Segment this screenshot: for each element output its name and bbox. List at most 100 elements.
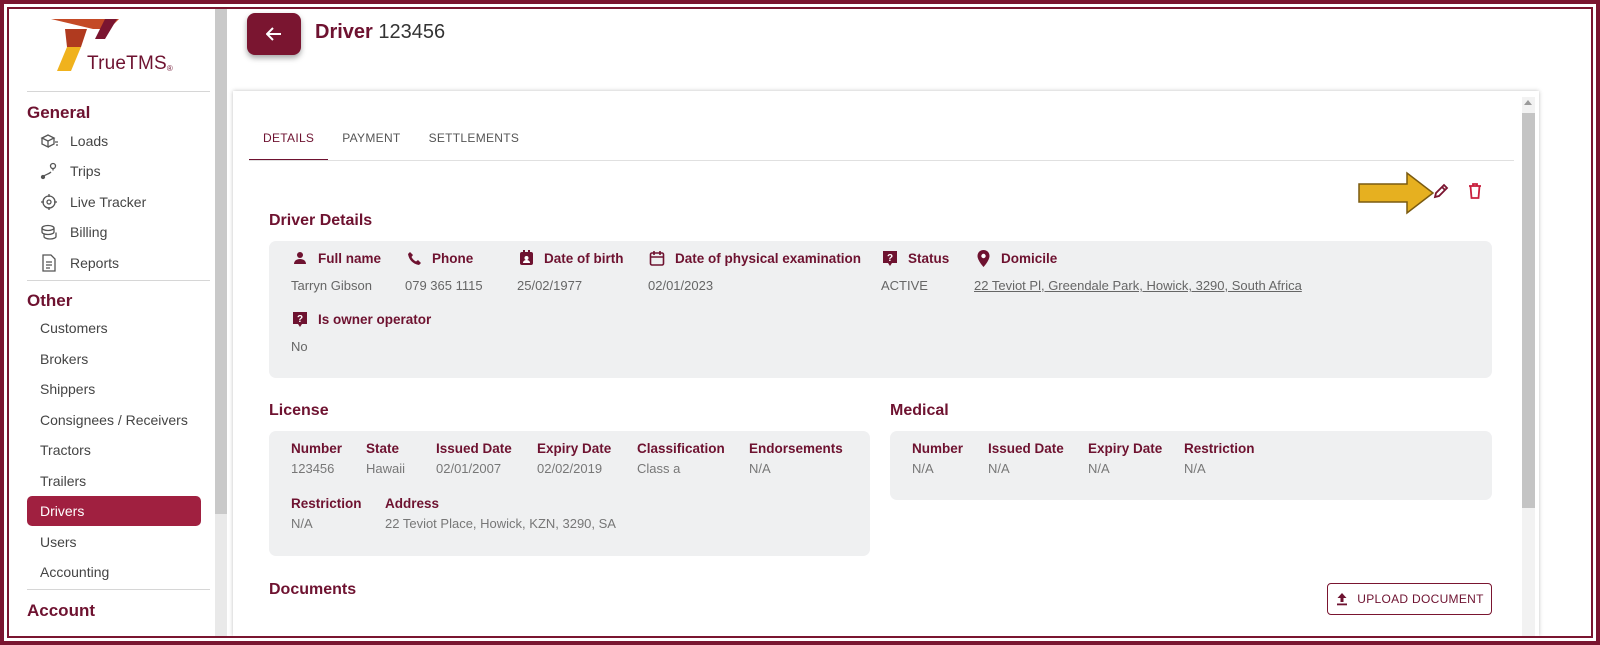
boxes-icon [39,131,59,151]
license-issued-date: Issued Date 02/01/2007 [436,441,512,476]
location-pin-icon [974,249,992,267]
license-expiry-date: Expiry Date 02/02/2019 [537,441,612,476]
sidebar-item-label: Customers [40,320,108,336]
field-date-of-birth: Date of birth 25/02/1977 [517,249,624,293]
section-title-medical: Medical [890,402,949,419]
sidebar-item-trailers[interactable]: Trailers [27,466,201,496]
sidebar-item-label: Trips [70,163,101,179]
sidebar: TrueTMS® General Loads Trips Live Tracke… [9,9,227,636]
svg-text:?: ? [887,253,893,264]
sidebar-item-label: Tractors [40,442,91,458]
license-number: Number 123456 [291,441,343,476]
arrow-left-icon [266,27,281,41]
tab-details[interactable]: DETAILS [249,121,329,161]
sidebar-item-label: Trailers [40,473,87,489]
sidebar-item-consignees[interactable]: Consignees / Receivers [27,405,201,435]
upload-icon [1337,593,1348,606]
status-value: ACTIVE [881,278,928,293]
medical-number: Number N/A [912,441,964,476]
sidebar-item-shippers[interactable]: Shippers [27,374,201,404]
back-button[interactable] [247,13,301,55]
sidebar-item-label: Shippers [40,381,96,397]
medical-restriction: Restriction N/A [1184,441,1255,476]
calendar-person-icon [517,249,535,267]
sidebar-item-accounting[interactable]: Accounting [27,557,201,587]
field-physical-exam: Date of physical examination 02/01/2023 [648,249,862,294]
page-title: Driver 123456 [315,21,446,43]
sidebar-item-reports[interactable]: Reports [27,248,201,278]
owner-operator-value: No [291,339,308,354]
question-badge-icon: ? [881,249,899,267]
license-endorsements: Endorsements N/A [749,441,843,476]
sidebar-item-label: Billing [70,224,108,240]
sidebar-item-label: Users [40,534,77,550]
calendar-icon [648,249,666,267]
sidebar-item-label: Drivers [40,503,85,519]
field-full-name: Full name Tarryn Gibson [291,249,382,294]
tab-divider [249,160,1514,161]
sidebar-item-label: Loads [70,133,109,149]
scrollbar-thumb[interactable] [215,9,227,514]
field-status: ? Status ACTIVE [881,249,950,293]
sidebar-item-users[interactable]: Users [27,527,201,557]
tab-settlements[interactable]: SETTLEMENTS [415,121,534,161]
sidebar-item-customers[interactable]: Customers [27,313,201,343]
sidebar-item-label: Brokers [40,351,89,367]
sidebar-item-drivers[interactable]: Drivers [27,496,201,526]
sidebar-item-live-tracker[interactable]: Live Tracker [27,187,201,217]
logo-wordmark: TrueTMS® [87,53,173,74]
pencil-icon[interactable] [1431,181,1453,203]
sidebar-divider [27,280,210,281]
coins-icon [39,222,59,242]
section-title-license: License [269,402,329,419]
license-classification: Classification Class a [637,441,725,476]
sidebar-item-label: Live Tracker [70,194,147,210]
sidebar-item-loads[interactable]: Loads [27,126,201,156]
tab-payment[interactable]: PAYMENT [328,121,414,161]
full-name-value: Tarryn Gibson [291,278,372,293]
medical-issued-date: Issued Date N/A [988,441,1064,476]
field-phone: Phone 079 365 1115 [405,249,483,294]
license-restriction: Restriction N/A [291,496,362,531]
sidebar-item-tractors[interactable]: Tractors [27,435,201,465]
person-icon [291,249,309,267]
page-header: Driver 123456 [227,9,1591,91]
phone-icon [405,249,423,267]
upload-document-button[interactable]: UPLOAD DOCUMENT [1327,583,1492,615]
license-state: State Hawaii [366,441,406,476]
trash-icon[interactable] [1465,181,1487,203]
sidebar-item-billing[interactable]: Billing [27,217,201,247]
sidebar-item-label: Accounting [40,564,110,580]
arrow-right-icon [1358,171,1435,215]
sidebar-divider [27,91,210,92]
domicile-link[interactable]: 22 Teviot Pl, Greendale Park, Howick, 32… [974,278,1302,293]
section-title-driver-details: Driver Details [269,212,373,229]
field-domicile: Domicile 22 Teviot Pl, Greendale Park, H… [974,249,1302,293]
sidebar-item-label: Reports [70,255,120,271]
license-address: Address 22 Teviot Place, Howick, KZN, 329… [385,496,616,531]
section-title-other: Other [27,291,73,310]
exam-value: 02/01/2023 [648,278,714,293]
section-title-documents: Documents [269,581,357,598]
content-scrollbar[interactable] [1522,97,1535,636]
tab-bar: DETAILS PAYMENT SETTLEMENTS [249,121,533,161]
phone-value: 079 365 1115 [405,278,483,293]
route-icon [39,161,59,181]
sidebar-scrollbar[interactable] [215,9,227,636]
sidebar-item-trips[interactable]: Trips [27,156,201,186]
sidebar-divider [27,589,210,590]
dob-value: 25/02/1977 [517,278,583,293]
scrollbar-thumb[interactable] [1522,113,1535,508]
report-icon [39,253,59,273]
scroll-up-icon[interactable] [1524,100,1532,105]
app-window: TrueTMS® General Loads Trips Live Tracke… [7,7,1593,638]
question-badge-icon: ? [291,310,309,328]
sidebar-item-brokers[interactable]: Brokers [27,344,201,374]
medical-expiry-date: Expiry Date N/A [1088,441,1163,476]
svg-text:?: ? [297,314,303,325]
section-title-account: Account [27,601,95,620]
sidebar-item-label: Consignees / Receivers [40,412,188,428]
field-owner-operator: ? Is owner operator No [291,310,432,354]
section-title-general: General [27,103,91,122]
crosshair-icon [39,192,59,212]
